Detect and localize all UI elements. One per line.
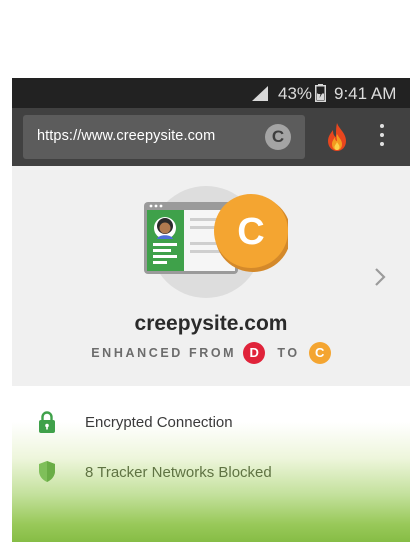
overflow-menu-icon[interactable] [372, 124, 392, 150]
browser-screen: 43% 9:41 AM https://www.creepysite.com C [12, 78, 410, 542]
grade-enhanced-label: ENHANCED FROM D TO C [12, 342, 410, 364]
browser-toolbar: https://www.creepysite.com C [12, 108, 410, 166]
grade-to-badge: C [308, 342, 331, 364]
url-bar[interactable]: https://www.creepysite.com C [23, 115, 305, 159]
site-domain: creepysite.com [134, 312, 288, 335]
grade-from-badge: D [243, 342, 266, 364]
privacy-dashboard-header[interactable]: C creepysite.com ENHANCED FROM D TO C [12, 166, 410, 386]
privacy-details: Encrypted Connection 8 Tracker Networks … [12, 386, 410, 542]
enhanced-to-text: TO [277, 346, 300, 360]
chevron-right-icon[interactable] [372, 266, 388, 288]
privacy-grade-chip[interactable]: C [265, 124, 291, 150]
status-bar: 43% 9:41 AM [12, 78, 410, 108]
clock: 9:41 AM [334, 84, 397, 103]
trackers-blocked-label: 8 Tracker Networks Blocked [85, 464, 272, 481]
trackers-blocked-row[interactable]: 8 Tracker Networks Blocked [12, 458, 410, 488]
flame-icon[interactable] [324, 122, 350, 152]
battery-percent: 43% [278, 84, 313, 103]
shield-icon [39, 461, 55, 482]
lock-icon [39, 411, 55, 433]
signal-icon [252, 86, 268, 101]
illustration-grade-letter: C [237, 211, 264, 253]
enhanced-from-text: ENHANCED FROM [91, 346, 237, 360]
url-text[interactable]: https://www.creepysite.com [37, 128, 215, 144]
battery-icon [315, 84, 326, 102]
encrypted-connection-row[interactable]: Encrypted Connection [12, 408, 410, 438]
encrypted-connection-label: Encrypted Connection [85, 414, 233, 431]
site-grade-illustration: C [144, 186, 288, 298]
